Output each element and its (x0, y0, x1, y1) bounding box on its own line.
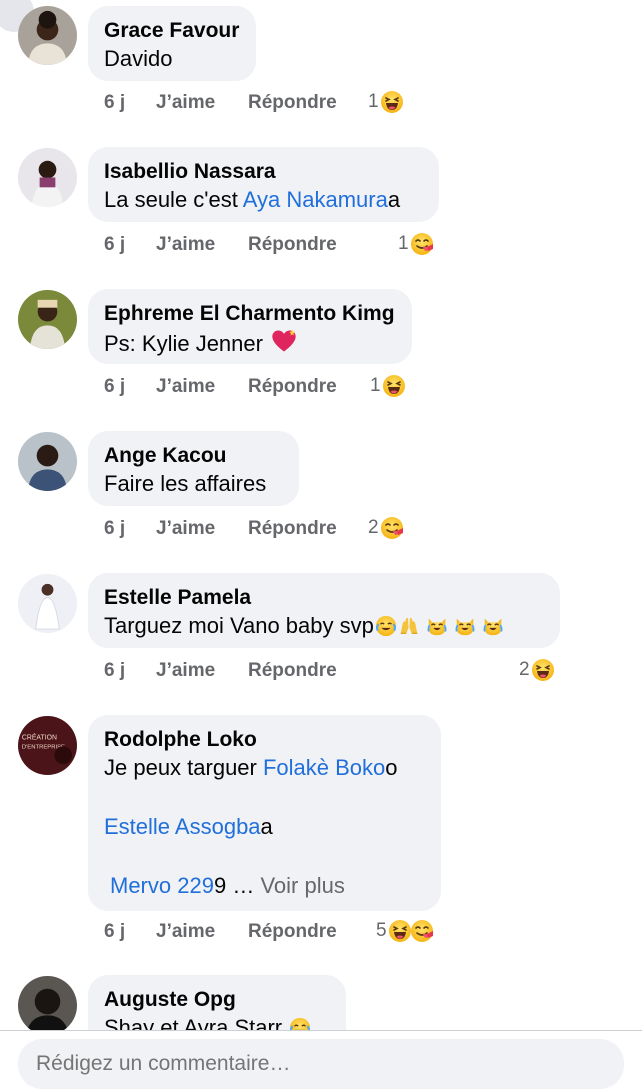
reply-button[interactable]: Répondre (248, 376, 337, 398)
avatar[interactable]: CRÉATION D'ENTREPRISE (18, 716, 77, 775)
mention-link[interactable]: Aya Nakamura (243, 187, 388, 212)
comment-text-part: o (385, 755, 398, 780)
reaction-summary[interactable]: 1 (398, 229, 434, 259)
reaction-summary[interactable]: 5 (376, 916, 434, 946)
avatar[interactable] (18, 290, 77, 349)
comment-composer-bar (0, 1030, 642, 1089)
comment-actions: 6 j J’aime Répondre (104, 88, 337, 118)
comment-author[interactable]: Rodolphe Loko (104, 726, 425, 753)
raised-hands-icon (398, 615, 420, 637)
reaction-count: 1 (370, 375, 381, 396)
reply-button[interactable]: Répondre (248, 518, 337, 540)
mention-link[interactable]: Folakè Boko (263, 755, 385, 780)
comment-time[interactable]: 6 j (104, 660, 156, 682)
comment-author[interactable]: Ephreme El Charmento Kimg (104, 300, 396, 327)
comment-actions: 6 j J’aime Répondre (104, 656, 337, 686)
like-button[interactable]: J’aime (156, 660, 248, 682)
reply-button[interactable]: Répondre (248, 234, 337, 256)
yum-emoji-icon (410, 232, 434, 256)
avatar[interactable] (18, 574, 77, 633)
comment-text: Faire les affaires (104, 471, 267, 496)
yum-emoji-icon (380, 516, 404, 540)
comment-text: Davido (104, 46, 173, 71)
comment-bubble: Ange Kacou Faire les affaires (88, 431, 299, 506)
reply-button[interactable]: Répondre (248, 660, 337, 682)
reaction-summary[interactable]: 2 (519, 655, 555, 685)
comment-author[interactable]: Auguste Opg (104, 986, 330, 1013)
comment-input[interactable] (18, 1039, 624, 1089)
comment-text-part: Je peux targuer (104, 755, 263, 780)
laughing-emoji-icon (382, 374, 406, 398)
comment-author[interactable]: Estelle Pamela (104, 584, 544, 611)
reaction-summary[interactable]: 1 (370, 371, 406, 401)
reaction-count: 2 (519, 659, 530, 680)
avatar-caption: CRÉATION (22, 733, 57, 742)
joy-cat-icon (426, 615, 448, 637)
laughing-emoji-icon (380, 90, 404, 114)
comment-author[interactable]: Grace Favour (104, 17, 240, 44)
comment-actions: 6 j J’aime Répondre (104, 917, 337, 947)
comment-actions: 6 j J’aime Répondre (104, 230, 337, 260)
comment-text: Estelle Assogbaa (104, 812, 425, 842)
comment-time[interactable]: 6 j (104, 921, 156, 943)
like-button[interactable]: J’aime (156, 376, 248, 398)
comment-time[interactable]: 6 j (104, 92, 156, 114)
reaction-count: 1 (398, 233, 409, 254)
see-more-link[interactable]: Voir plus (260, 873, 344, 898)
mention-link[interactable]: Mervo 229 (110, 873, 214, 898)
comment-text-part: 9 (213, 873, 227, 898)
reaction-count: 5 (376, 920, 387, 941)
comment-time[interactable]: 6 j (104, 518, 156, 540)
comment-bubble: Isabellio Nassara La seule c'est Aya Nak… (88, 147, 439, 222)
comment-text: Mervo 2299 … Voir plus (104, 871, 425, 901)
laughing-emoji-icon (388, 919, 412, 943)
like-button[interactable]: J’aime (156, 921, 248, 943)
comment-bubble: Rodolphe Loko Je peux targuer Folakè Bok… (88, 715, 441, 911)
comment-bubble: Ephreme El Charmento Kimg Ps: Kylie Jenn… (88, 289, 412, 364)
reaction-count: 1 (368, 91, 379, 112)
laughing-emoji-icon (531, 658, 555, 682)
comment-text-part: a (387, 187, 401, 212)
comment-time[interactable]: 6 j (104, 376, 156, 398)
comment-bubble: Grace Favour Davido (88, 6, 256, 81)
comment-actions: 6 j J’aime Répondre (104, 514, 337, 544)
reaction-summary[interactable]: 1 (368, 87, 404, 117)
avatar[interactable] (18, 976, 77, 1035)
comment-text: Je peux targuer Folakè Bokoo (104, 753, 425, 783)
avatar[interactable] (18, 432, 77, 491)
like-button[interactable]: J’aime (156, 234, 248, 256)
like-button[interactable]: J’aime (156, 518, 248, 540)
comment-bubble: Estelle Pamela Targuez moi Vano baby svp (88, 573, 560, 648)
avatar[interactable] (18, 6, 77, 65)
comment-actions: 6 j J’aime Répondre (104, 372, 337, 402)
reaction-summary[interactable]: 2 (368, 513, 404, 543)
comment-author[interactable]: Isabellio Nassara (104, 158, 423, 185)
comment-text: Ps: Kylie Jenner (104, 327, 396, 359)
comment-author[interactable]: Ange Kacou (104, 442, 283, 469)
reaction-count: 2 (368, 517, 379, 538)
ellipsis: … (226, 873, 261, 898)
reply-button[interactable]: Répondre (248, 92, 337, 114)
like-button[interactable]: J’aime (156, 92, 248, 114)
joy-cat-icon (482, 615, 504, 637)
yum-emoji-icon (410, 919, 434, 943)
comment-text: Targuez moi Vano baby svp (104, 611, 544, 641)
comment-text: La seule c'est Aya Nakamuraa (104, 185, 423, 215)
mention-link[interactable]: Estelle Assogba (104, 814, 261, 839)
comment-text-part: La seule c'est (104, 187, 243, 212)
joy-face-icon (375, 615, 397, 637)
comment-text-part: Ps: Kylie Jenner (104, 331, 263, 356)
comment-text-part: Targuez moi Vano baby svp (104, 613, 374, 638)
comment-text-part: a (260, 814, 273, 839)
comment-time[interactable]: 6 j (104, 234, 156, 256)
reply-button[interactable]: Répondre (248, 921, 337, 943)
joy-cat-icon (454, 615, 476, 637)
sparkling-heart-icon (270, 327, 298, 355)
avatar[interactable] (18, 148, 77, 207)
